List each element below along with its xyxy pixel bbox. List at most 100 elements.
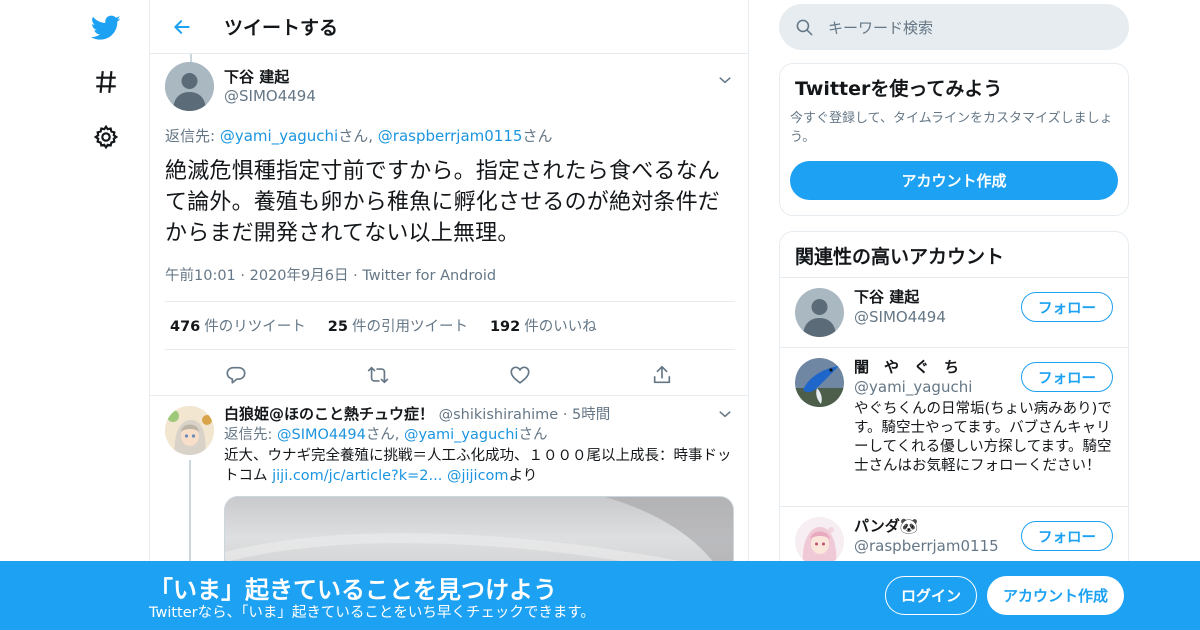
avatar[interactable]	[795, 517, 844, 566]
follow-button[interactable]: フォロー	[1021, 362, 1113, 392]
account-name[interactable]: 下谷 建起	[854, 287, 1044, 307]
reply-time[interactable]: 5時間	[572, 407, 610, 423]
meta-separator: ·	[562, 407, 568, 423]
avatar[interactable]	[165, 406, 214, 455]
like-button[interactable]	[449, 364, 591, 386]
login-button[interactable]: ログイン	[885, 576, 977, 615]
account-handle[interactable]: @SIMO4494	[854, 307, 1044, 327]
back-button[interactable]	[162, 7, 202, 47]
create-account-button[interactable]: アカウント作成	[987, 576, 1124, 615]
reply-san: さん	[522, 127, 553, 145]
author-handle[interactable]: @SIMO4494	[224, 86, 316, 106]
mention-link[interactable]: @yami_yaguchi	[404, 427, 518, 443]
signup-card-subtitle: 今すぐ登録して、タイムラインをカスタマイズしましょう。	[790, 111, 1113, 145]
account-name[interactable]: 闇 や ぐ ち	[854, 357, 1044, 377]
twitter-bird-icon	[91, 15, 121, 40]
mention-link[interactable]: @jijicom	[447, 468, 509, 484]
like-label: 件のいいね	[524, 319, 597, 335]
tweet-stats: 476 件のリツイート 25 件の引用ツイート 192 件のいいね	[165, 301, 735, 350]
reply-text: 近大、ウナギ完全養殖に挑戦＝人工ふ化成功、１０００尾以上成長：時事ドットコム j…	[224, 446, 734, 486]
retweet-icon	[367, 366, 389, 384]
retweet-stat[interactable]: 476 件のリツイート	[170, 315, 306, 336]
retweet-label: 件のリツイート	[204, 319, 306, 335]
banner-title: 「いま」起きていることを見つけよう	[149, 576, 557, 604]
settings-gear-icon	[93, 124, 119, 150]
avatar[interactable]	[795, 358, 844, 407]
tweet-menu-button[interactable]	[715, 70, 735, 90]
retweet-count: 476	[170, 319, 201, 335]
mention-link[interactable]: @yami_yaguchi	[220, 127, 338, 145]
like-count: 192	[489, 319, 521, 335]
avatar[interactable]	[795, 288, 844, 337]
reply-san: さん,	[338, 127, 373, 145]
default-profile-icon	[165, 62, 214, 111]
account-row[interactable]: 下谷 建起 @SIMO4494 フォロー	[780, 278, 1128, 348]
avatar[interactable]	[165, 62, 214, 111]
reply-button[interactable]	[165, 364, 307, 386]
search-bar[interactable]: キーワード検索	[779, 4, 1129, 50]
quote-label: 件の引用ツイート	[351, 319, 468, 335]
article-link[interactable]: jiji.com/jc/article?k=2...	[272, 468, 442, 484]
page-title: ツイートする	[224, 17, 339, 39]
meta-separator: ·	[353, 268, 358, 284]
follow-button[interactable]: フォロー	[1021, 292, 1113, 322]
reply-suffix: より	[508, 468, 538, 484]
search-icon	[796, 19, 813, 35]
reply-san: さん,	[365, 427, 400, 443]
reply-author-handle[interactable]: @shikishirahime	[439, 407, 559, 423]
mention-link[interactable]: @SIMO4494	[277, 427, 366, 443]
account-info: 闇 や ぐ ち @yami_yaguchi やぐちくんの日常垢(ちょい病みあり)…	[854, 357, 1112, 476]
heart-icon	[510, 366, 530, 384]
tweet-text: 絶滅危惧種指定寸前ですから。指定されたら食べるなんて論外。養殖も卵から稚魚に孵化…	[165, 159, 721, 246]
reply-body: 白狼姫@ほのこと熱チュウ症！ @shikishirahime · 5時間 返信先…	[224, 404, 734, 486]
tweet-date[interactable]: 2020年9月6日	[250, 268, 349, 284]
reply-author-name[interactable]: 白狼姫@ほのこと熱チュウ症！	[224, 405, 434, 423]
account-info: 下谷 建起 @SIMO4494	[854, 287, 1044, 327]
anime-character-avatar-icon	[165, 406, 214, 455]
account-name[interactable]: パンダ🐼	[854, 516, 1044, 536]
account-row[interactable]: 闇 や ぐ ち @yami_yaguchi やぐちくんの日常垢(ちょい病みあり)…	[780, 348, 1128, 507]
page: ツイートする 下谷 建起 @SIMO4494 返信先: @yami_yaguch…	[0, 0, 1200, 630]
reply-icon	[226, 366, 246, 384]
retweet-button[interactable]	[307, 364, 449, 386]
search-input[interactable]: キーワード検索	[828, 17, 933, 38]
quote-count: 25	[327, 319, 348, 335]
tweet-author-row: 下谷 建起 @SIMO4494	[165, 62, 735, 111]
reply-to-prefix: 返信先:	[165, 127, 216, 145]
bluebird-avatar-icon	[795, 358, 844, 407]
share-button[interactable]	[591, 364, 733, 386]
hashtag-icon	[96, 71, 116, 93]
tweet-time[interactable]: 午前10:01	[165, 268, 236, 284]
create-account-button[interactable]: アカウント作成	[790, 161, 1118, 200]
signup-card-title: Twitterを使ってみよう	[795, 78, 1003, 100]
explore-button[interactable]	[84, 60, 128, 104]
like-stat[interactable]: 192 件のいいね	[490, 315, 597, 336]
tweet-meta: 午前10:01 · 2020年9月6日 · Twitter for Androi…	[165, 264, 735, 285]
account-handle[interactable]: @yami_yaguchi	[854, 377, 1044, 397]
thread-line	[190, 54, 192, 62]
reply-to-prefix: 返信先:	[224, 427, 273, 443]
reply-to-line: 返信先: @yami_yaguchiさん, @raspberrjam0115さん	[165, 125, 735, 146]
main-header: ツイートする	[150, 0, 748, 54]
follow-button[interactable]: フォロー	[1021, 521, 1113, 551]
author-info: 下谷 建起 @SIMO4494	[224, 68, 316, 106]
anime-girl-avatar-icon	[795, 517, 844, 566]
main-column: ツイートする 下谷 建起 @SIMO4494 返信先: @yami_yaguch…	[149, 0, 749, 630]
meta-separator: ·	[240, 268, 246, 284]
twitter-home-button[interactable]	[84, 6, 128, 50]
tweet-source[interactable]: Twitter for Android	[362, 268, 496, 284]
account-handle[interactable]: @raspberrjam0115	[854, 536, 1044, 556]
reply-to-line: 返信先: @SIMO4494さん, @yami_yaguchiさん	[224, 425, 734, 445]
chevron-down-icon	[719, 77, 731, 84]
mention-link[interactable]: @raspberrjam0115	[378, 127, 523, 145]
quote-stat[interactable]: 25 件の引用ツイート	[328, 315, 468, 336]
back-arrow-icon	[174, 19, 190, 34]
settings-button[interactable]	[84, 115, 128, 159]
author-name[interactable]: 下谷 建起	[224, 68, 316, 86]
left-nav	[80, 0, 130, 630]
default-profile-icon	[795, 288, 844, 337]
account-info: パンダ🐼 @raspberrjam0115	[854, 516, 1044, 556]
account-bio: やぐちくんの日常垢(ちょい病みあり)です。騎空士やってます。バブさんキャリーして…	[854, 401, 1112, 474]
banner-subtitle: Twitterなら、「いま」起きていることをいち早くチェックできます。	[149, 605, 595, 621]
signup-banner: 「いま」起きていることを見つけよう Twitterなら、「いま」起きていることを…	[0, 561, 1200, 630]
